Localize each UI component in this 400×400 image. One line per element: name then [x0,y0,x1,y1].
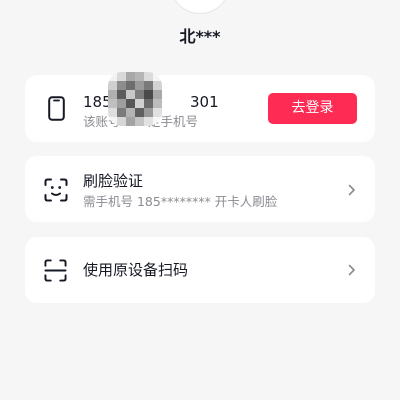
mosaic-cell [144,108,153,117]
account-card: 185 301 该账号 定手机号 去登录 [25,75,375,142]
mosaic-cell [108,81,117,90]
mosaic-cell [144,117,153,126]
avatar [170,0,230,14]
phone-icon [48,96,65,121]
mosaic-cell [126,81,135,90]
verification-page: 北*** 185 301 该账号 定手机号 去登录 刷脸验证 需手机号 185*… [0,0,400,400]
mosaic-cell [135,81,144,90]
mosaic-cell [144,72,153,81]
mosaic-cell [144,81,153,90]
mosaic-cell [135,72,144,81]
login-button[interactable]: 去登录 [268,93,357,124]
option-subtitle: 需手机号 185******** 开卡人刷脸 [83,194,278,209]
mosaic-cell [144,90,153,99]
mosaic-cell [126,117,135,126]
mosaic-cell [153,99,162,108]
mosaic-cell [153,108,162,117]
mosaic-cell [135,117,144,126]
chevron-right-icon [348,264,355,276]
mosaic-cell [117,108,126,117]
option-title: 刷脸验证 [83,172,144,190]
mosaic-cell [108,108,117,117]
privacy-mosaic [108,72,162,126]
option-original-device-scan[interactable]: 使用原设备扫码 [25,237,375,303]
mosaic-cell [135,99,144,108]
mosaic-cell [117,72,126,81]
mosaic-cell [117,99,126,108]
option-title: 使用原设备扫码 [83,261,189,279]
face-scan-icon [44,178,68,202]
mosaic-cell [108,90,117,99]
chevron-right-icon [348,184,355,196]
mosaic-cell [117,117,126,126]
mosaic-cell [135,90,144,99]
phone-number-suffix: 301 [190,93,219,111]
mosaic-cell [126,99,135,108]
mosaic-cell [153,90,162,99]
mosaic-cell [108,99,117,108]
mosaic-cell [135,108,144,117]
mosaic-cell [117,81,126,90]
mosaic-cell [144,99,153,108]
mosaic-cell [153,81,162,90]
mosaic-cell [126,72,135,81]
option-face-verification[interactable]: 刷脸验证 需手机号 185******** 开卡人刷脸 [25,156,375,222]
mosaic-cell [126,90,135,99]
username: 北*** [179,27,221,46]
mosaic-cell [117,90,126,99]
qr-scan-icon [44,259,67,282]
mosaic-cell [126,108,135,117]
